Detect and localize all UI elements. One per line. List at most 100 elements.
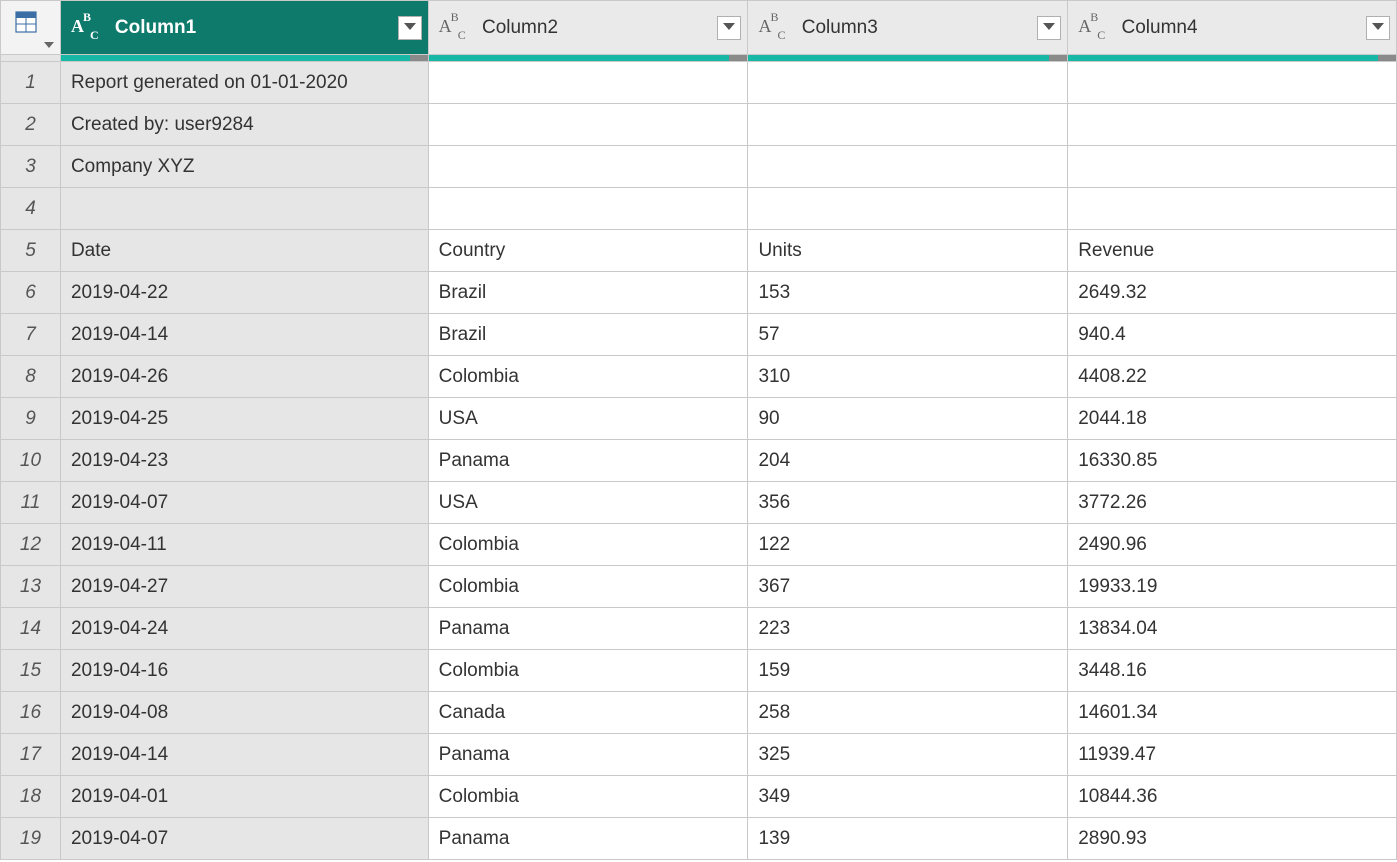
cell[interactable]: 2019-04-27 [60,566,428,608]
cell[interactable]: USA [428,398,748,440]
table-row[interactable]: 102019-04-23Panama20416330.85 [1,440,1397,482]
row-number[interactable]: 1 [1,62,61,104]
cell[interactable]: 122 [748,524,1068,566]
cell[interactable] [428,62,748,104]
cell[interactable]: Colombia [428,566,748,608]
cell[interactable] [1068,104,1397,146]
column-header-column3[interactable]: ABC Column3 [748,1,1068,55]
cell[interactable]: Report generated on 01-01-2020 [60,62,428,104]
cell[interactable]: 356 [748,482,1068,524]
cell[interactable]: 139 [748,818,1068,860]
cell[interactable]: Country [428,230,748,272]
column-header-column4[interactable]: ABC Column4 [1068,1,1397,55]
row-number[interactable]: 18 [1,776,61,818]
cell[interactable] [428,104,748,146]
cell[interactable]: 2019-04-07 [60,482,428,524]
table-row[interactable]: 2Created by: user9284 [1,104,1397,146]
row-number[interactable]: 7 [1,314,61,356]
cell[interactable]: 3448.16 [1068,650,1397,692]
column-header-column2[interactable]: ABC Column2 [428,1,748,55]
cell[interactable]: 2019-04-26 [60,356,428,398]
cell[interactable]: Company XYZ [60,146,428,188]
cell[interactable]: 13834.04 [1068,608,1397,650]
cell[interactable]: 159 [748,650,1068,692]
cell[interactable]: Colombia [428,776,748,818]
cell[interactable]: Units [748,230,1068,272]
cell[interactable]: Brazil [428,272,748,314]
cell[interactable]: Panama [428,818,748,860]
row-number[interactable]: 14 [1,608,61,650]
select-all-corner[interactable] [1,1,61,55]
cell[interactable]: 2490.96 [1068,524,1397,566]
cell[interactable]: 2890.93 [1068,818,1397,860]
row-number[interactable]: 19 [1,818,61,860]
cell[interactable]: 2019-04-25 [60,398,428,440]
cell[interactable]: 3772.26 [1068,482,1397,524]
table-row[interactable]: 1Report generated on 01-01-2020 [1,62,1397,104]
cell[interactable]: 204 [748,440,1068,482]
cell[interactable]: Date [60,230,428,272]
column-filter-button[interactable] [1366,16,1390,40]
cell[interactable] [748,188,1068,230]
table-row[interactable]: 4 [1,188,1397,230]
cell[interactable]: 4408.22 [1068,356,1397,398]
row-number[interactable]: 3 [1,146,61,188]
cell[interactable] [60,188,428,230]
row-number[interactable]: 11 [1,482,61,524]
cell[interactable]: Panama [428,608,748,650]
table-row[interactable]: 5DateCountryUnitsRevenue [1,230,1397,272]
cell[interactable]: 2019-04-01 [60,776,428,818]
row-number[interactable]: 5 [1,230,61,272]
cell[interactable]: Created by: user9284 [60,104,428,146]
row-number[interactable]: 12 [1,524,61,566]
cell[interactable]: 2019-04-23 [60,440,428,482]
table-row[interactable]: 62019-04-22Brazil1532649.32 [1,272,1397,314]
cell[interactable]: Colombia [428,650,748,692]
row-number[interactable]: 17 [1,734,61,776]
cell[interactable]: 2019-04-16 [60,650,428,692]
row-number[interactable]: 10 [1,440,61,482]
cell[interactable]: Brazil [428,314,748,356]
cell[interactable] [428,188,748,230]
row-number[interactable]: 6 [1,272,61,314]
cell[interactable]: 2019-04-22 [60,272,428,314]
table-row[interactable]: 152019-04-16Colombia1593448.16 [1,650,1397,692]
table-row[interactable]: 192019-04-07Panama1392890.93 [1,818,1397,860]
table-row[interactable]: 182019-04-01Colombia34910844.36 [1,776,1397,818]
cell[interactable] [748,146,1068,188]
cell[interactable]: 57 [748,314,1068,356]
row-number[interactable]: 16 [1,692,61,734]
column-filter-button[interactable] [398,16,422,40]
column-header-column1[interactable]: ABC Column1 [60,1,428,55]
cell[interactable]: 90 [748,398,1068,440]
table-row[interactable]: 72019-04-14Brazil57940.4 [1,314,1397,356]
cell[interactable]: 19933.19 [1068,566,1397,608]
cell[interactable]: 367 [748,566,1068,608]
cell[interactable]: 310 [748,356,1068,398]
cell[interactable] [748,62,1068,104]
row-number[interactable]: 13 [1,566,61,608]
row-number[interactable]: 2 [1,104,61,146]
cell[interactable]: 2649.32 [1068,272,1397,314]
row-number[interactable]: 15 [1,650,61,692]
cell[interactable]: 2044.18 [1068,398,1397,440]
cell[interactable]: Colombia [428,356,748,398]
cell[interactable] [748,104,1068,146]
table-row[interactable]: 3Company XYZ [1,146,1397,188]
cell[interactable]: 2019-04-24 [60,608,428,650]
cell[interactable] [1068,146,1397,188]
cell[interactable]: Panama [428,734,748,776]
cell[interactable]: 153 [748,272,1068,314]
row-number[interactable]: 8 [1,356,61,398]
table-row[interactable]: 112019-04-07USA3563772.26 [1,482,1397,524]
row-number[interactable]: 9 [1,398,61,440]
cell[interactable]: 349 [748,776,1068,818]
table-row[interactable]: 162019-04-08Canada25814601.34 [1,692,1397,734]
cell[interactable]: 2019-04-11 [60,524,428,566]
cell[interactable]: 2019-04-07 [60,818,428,860]
table-row[interactable]: 92019-04-25USA902044.18 [1,398,1397,440]
cell[interactable]: 2019-04-14 [60,314,428,356]
table-row[interactable]: 82019-04-26Colombia3104408.22 [1,356,1397,398]
table-row[interactable]: 172019-04-14Panama32511939.47 [1,734,1397,776]
table-menu-dropdown-icon[interactable] [44,42,54,50]
